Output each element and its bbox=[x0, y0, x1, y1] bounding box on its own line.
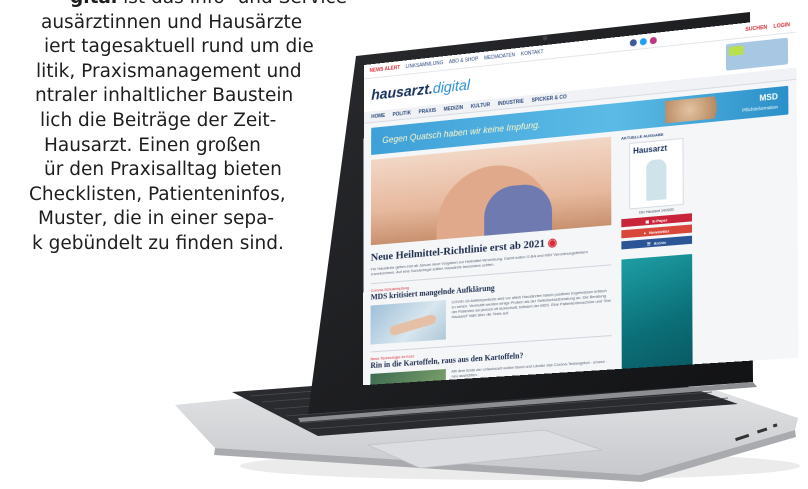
search-link[interactable]: SUCHEN bbox=[745, 25, 767, 33]
thumbnail-arm bbox=[388, 313, 437, 337]
nav-item-praxis[interactable]: PRAXIS bbox=[419, 107, 437, 115]
bell-icon: ● bbox=[643, 229, 647, 236]
banner-subtext: Pflichtinformation bbox=[742, 104, 778, 113]
topbar-link[interactable]: KONTAKT bbox=[521, 49, 544, 57]
nav-item-politik[interactable]: POLITIK bbox=[393, 110, 411, 118]
nav-item-home[interactable]: HOME bbox=[371, 112, 385, 119]
nav-item-kultur[interactable]: KULTUR bbox=[471, 102, 490, 110]
epaper-icon: ▣ bbox=[645, 218, 650, 224]
banner-image bbox=[665, 95, 727, 124]
cover-figure bbox=[646, 158, 667, 201]
archive-button[interactable]: ☰ Archiv bbox=[621, 235, 693, 250]
lock-icon: ◉ bbox=[547, 236, 558, 250]
list-icon: ☰ bbox=[646, 240, 651, 246]
login-link[interactable]: LOGIN bbox=[773, 22, 790, 30]
hero-image[interactable] bbox=[370, 136, 612, 246]
nav-item-spicker[interactable]: SPICKER & CO bbox=[532, 94, 567, 104]
ad-badge bbox=[728, 45, 744, 57]
banner-text: Gegen Quatsch haben wir keine Impfung. bbox=[382, 119, 541, 146]
site-logo[interactable]: hausarzt.digital bbox=[371, 76, 470, 103]
article-column: Neue Heilmittel-Richtlinie erst ab 2021 … bbox=[370, 136, 612, 386]
topbar-link[interactable]: ABO & SHOP bbox=[449, 56, 478, 65]
topbar-link[interactable]: MEDIADATEN bbox=[484, 52, 515, 61]
article-teaser: COVID-19-Antikörpertests sind vor allem … bbox=[451, 287, 612, 320]
laptop-mockup: NEWS ALERT LINKSAMMLUNG ABO & SHOP MEDIA… bbox=[0, 0, 808, 489]
sidebar-ad[interactable] bbox=[621, 253, 693, 371]
social-icons bbox=[629, 36, 657, 47]
magazine-title: Hausarzt bbox=[633, 143, 668, 156]
header-ad[interactable] bbox=[725, 37, 789, 71]
topbar-link[interactable]: LINKSAMMLUNG bbox=[406, 60, 444, 70]
news-alert-link[interactable]: NEWS ALERT bbox=[370, 65, 401, 74]
main-content: Neue Heilmittel-Richtlinie erst ab 2021 … bbox=[363, 119, 799, 386]
instagram-icon[interactable] bbox=[649, 36, 657, 45]
nav-item-industrie[interactable]: INDUSTRIE bbox=[498, 98, 524, 107]
facebook-icon[interactable] bbox=[629, 38, 637, 47]
twitter-icon[interactable] bbox=[639, 37, 647, 46]
article-thumbnail[interactable] bbox=[370, 299, 446, 345]
sidebar: AKTUELLE AUSGABE Hausarzt Der Hausarzt 1… bbox=[621, 129, 693, 378]
nav-item-medizin[interactable]: MEDIZIN bbox=[444, 104, 464, 112]
magazine-cover[interactable]: Hausarzt bbox=[629, 137, 684, 210]
msd-logo: MSD bbox=[759, 91, 778, 103]
website-screen: NEWS ALERT LINKSAMMLUNG ABO & SHOP MEDIA… bbox=[362, 17, 799, 386]
